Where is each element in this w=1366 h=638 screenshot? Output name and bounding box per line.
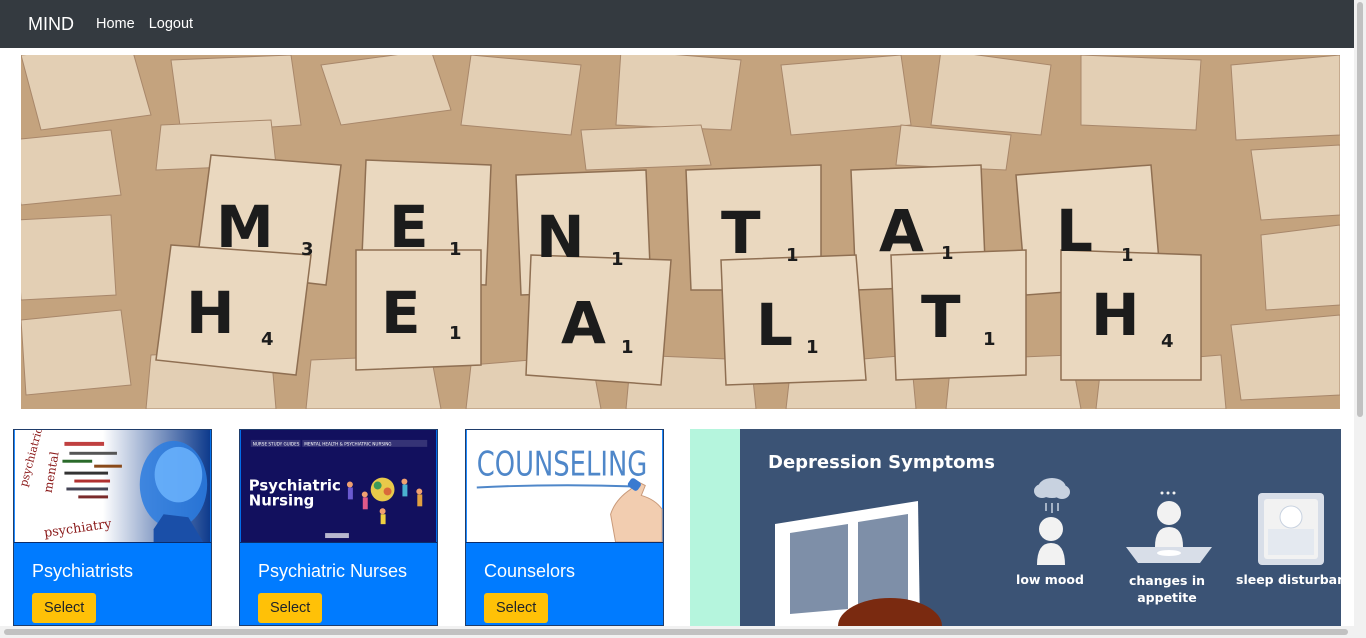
img-text-counseling: COUNSELING: [477, 445, 647, 484]
tile-score-r2-0: 4: [261, 329, 274, 350]
symptom-low-mood: low mood: [1016, 572, 1084, 587]
img-text-mental-health-nursing: MENTAL HEALTH & PSYCHIATRIC NURSING: [304, 441, 391, 446]
img-text-study-guides: NURSE STUDY GUIDES: [253, 441, 300, 446]
card-title-counselors: Counselors: [484, 561, 576, 581]
tile-score-r1-5: 1: [1121, 245, 1134, 266]
tile-letter-r2-1: E: [381, 279, 421, 347]
tile-score-r1-3: 1: [786, 245, 799, 266]
tile-letter-r2-4: T: [921, 283, 961, 351]
tile-letter-r1-3: T: [721, 199, 761, 267]
hero-image-mental-health: M 3 E 1 N 1 T 1 A 1 L 1 H 4 E 1 A 1 L 1 …: [21, 55, 1340, 409]
card-title-psychiatric-nurses: Psychiatric Nurses: [258, 561, 408, 581]
symptom-appetite: appetite: [1137, 590, 1197, 605]
img-text-nursing: Nursing: [249, 491, 314, 509]
psychiatric-nurses-image: NURSE STUDY GUIDES MENTAL HEALTH & PSYCH…: [240, 430, 437, 543]
tile-letter-r2-3: L: [756, 291, 793, 359]
tile-score-r2-1: 1: [449, 323, 462, 344]
psychiatrists-image: psychiatric mental psychiatry: [14, 430, 211, 543]
tile-score-r2-3: 1: [806, 337, 819, 358]
tile-score-r1-0: 3: [301, 239, 314, 260]
card-title-psychiatrists: Psychiatrists: [32, 561, 134, 581]
symptom-sleep-disturbance: sleep disturbance: [1236, 572, 1341, 587]
select-psychiatric-nurses-button[interactable]: Select: [258, 593, 323, 623]
tile-score-r2-5: 4: [1161, 331, 1174, 352]
tile-letter-r2-5: H: [1091, 281, 1140, 349]
symptom-changes-in: changes in: [1129, 573, 1205, 588]
tile-letter-r1-0: M: [216, 193, 274, 261]
nav-link-home[interactable]: Home: [96, 16, 135, 32]
tile-letter-r2-0: H: [186, 279, 235, 347]
select-psychiatrists-button[interactable]: Select: [32, 593, 97, 623]
counselors-image: COUNSELING: [466, 430, 663, 543]
horizontal-scrollbar[interactable]: [0, 626, 1354, 638]
tile-score-r2-2: 1: [621, 337, 634, 358]
tile-letter-r1-5: L: [1056, 197, 1093, 265]
vertical-scrollbar[interactable]: [1354, 0, 1366, 638]
navbar: MIND Home Logout: [0, 0, 1354, 48]
depression-symptoms-image: Depression Symptoms low mood changes in …: [690, 429, 1341, 626]
nav-link-logout[interactable]: Logout: [149, 16, 193, 32]
sleep-disturbance-icon: [1258, 493, 1324, 565]
brand-logo[interactable]: MIND: [28, 14, 74, 35]
tile-score-r1-1: 1: [449, 239, 462, 260]
tile-score-r1-2: 1: [611, 249, 624, 270]
horizontal-scrollbar-thumb[interactable]: [4, 629, 1348, 635]
tile-score-r1-4: 1: [941, 243, 954, 264]
card-psychiatrists: psychiatric mental psychiatry Psychiatri…: [13, 429, 212, 626]
tile-score-r2-4: 1: [983, 329, 996, 350]
tile-letter-r1-1: E: [389, 193, 429, 261]
depression-title: Depression Symptoms: [768, 452, 995, 473]
vertical-scrollbar-thumb[interactable]: [1357, 2, 1363, 417]
scrabble-tiles-illustration: M 3 E 1 N 1 T 1 A 1 L 1 H 4 E 1 A 1 L 1 …: [21, 55, 1340, 409]
tile-letter-r2-2: A: [561, 289, 606, 357]
tile-letter-r1-4: A: [879, 197, 924, 265]
card-psychiatric-nurses: NURSE STUDY GUIDES MENTAL HEALTH & PSYCH…: [239, 429, 438, 626]
card-counselors: COUNSELING Counselors Select: [465, 429, 664, 626]
select-counselors-button[interactable]: Select: [484, 593, 549, 623]
tile-letter-r1-2: N: [536, 203, 585, 271]
